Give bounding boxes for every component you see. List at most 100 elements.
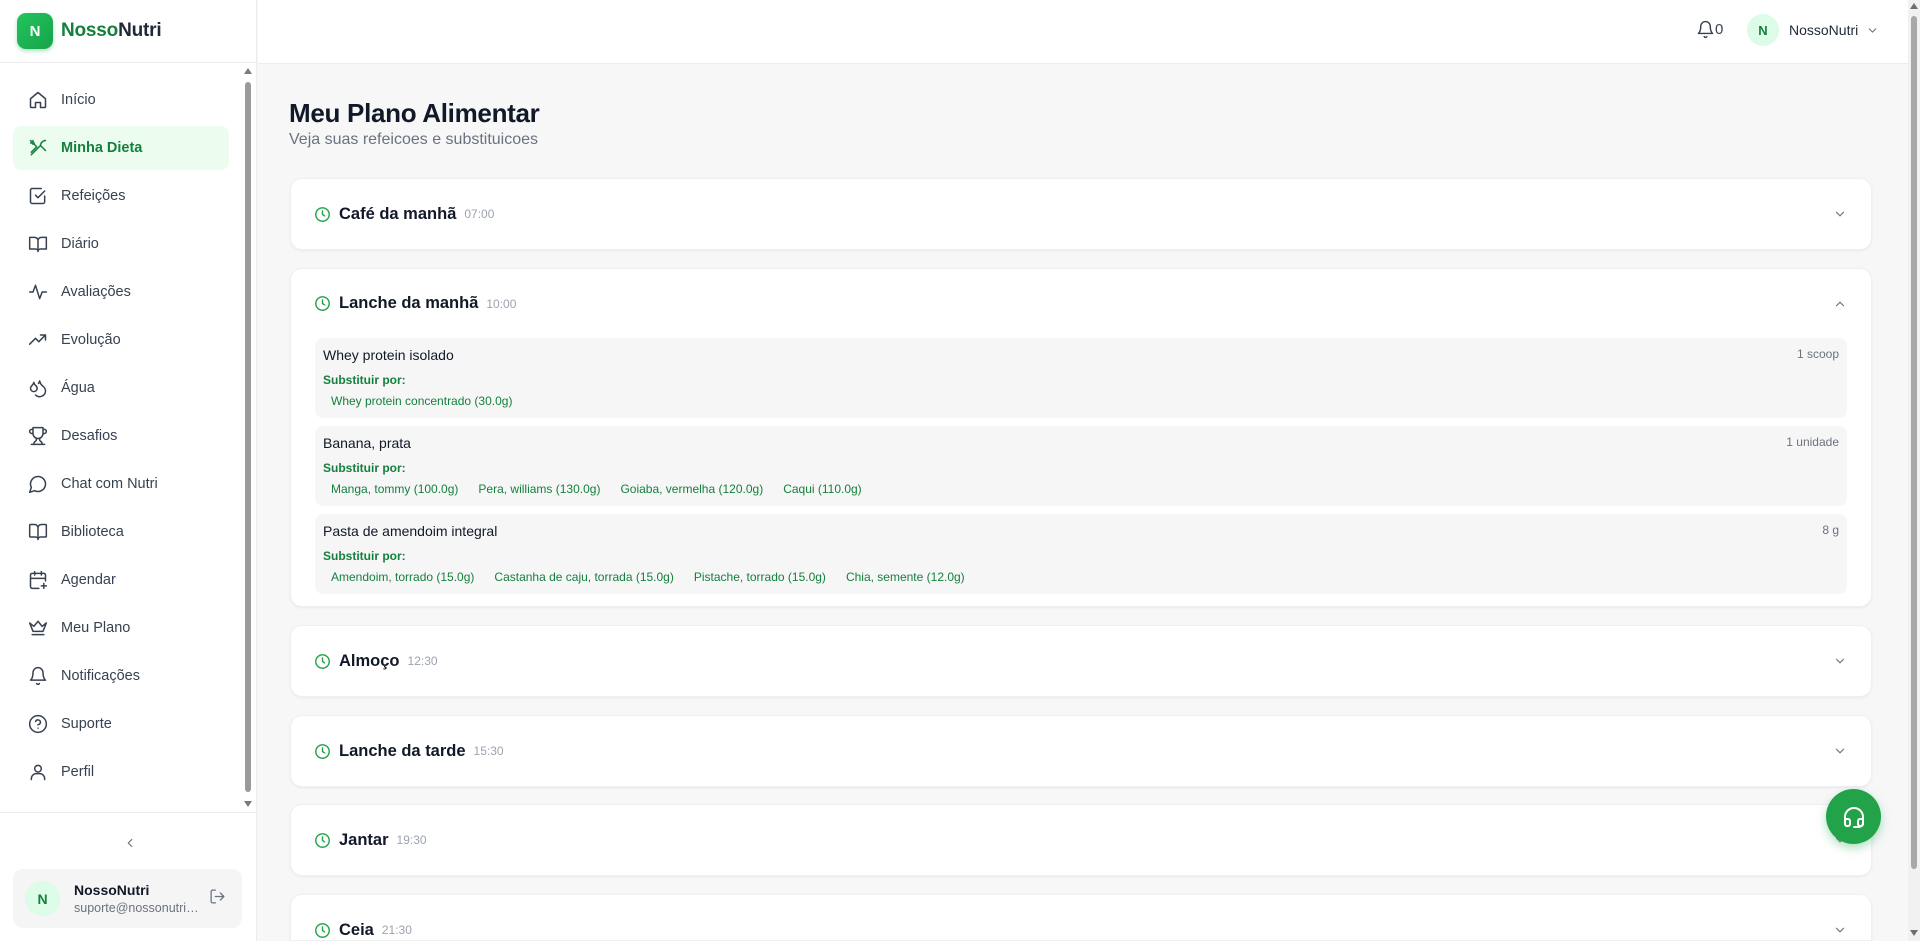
- logout-button[interactable]: [209, 888, 226, 910]
- topbar: 0 N NossoNutri: [258, 0, 1908, 64]
- support-chat-button[interactable]: [1826, 789, 1881, 844]
- clock-icon: [315, 206, 330, 222]
- clock-icon: [315, 922, 330, 938]
- sidebar: N NossoNutri Início Minha Dieta Refeiçõe…: [0, 0, 257, 941]
- meal-header[interactable]: Lanche da manhã 10:00: [291, 269, 1871, 338]
- clock-icon: [315, 653, 330, 669]
- user-menu[interactable]: N NossoNutri: [1747, 14, 1879, 46]
- brand-name: NossoNutri: [61, 20, 162, 41]
- food-name: Banana, prata: [323, 435, 411, 451]
- substitute-chip[interactable]: Chia, semente (12.0g): [838, 568, 973, 586]
- page-scroll-thumb[interactable]: [1911, 16, 1917, 869]
- collapse-sidebar-button[interactable]: [118, 831, 142, 855]
- page-title: Meu Plano Alimentar: [289, 98, 540, 128]
- activity-icon: [28, 284, 48, 300]
- meal-card: Jantar 19:30: [290, 804, 1872, 876]
- meal-card: Lanche da tarde 15:30: [290, 715, 1872, 787]
- sidebar-item-label: Água: [61, 380, 95, 396]
- sidebar-item-diario[interactable]: Diário: [13, 222, 229, 266]
- brand[interactable]: N NossoNutri: [0, 0, 256, 63]
- food-item: Whey protein isolado 1 scoop Substituir …: [315, 338, 1847, 418]
- sidebar-item-perfil[interactable]: Perfil: [13, 750, 229, 794]
- chevron-down-icon: [1868, 27, 1877, 33]
- food-item: Pasta de amendoim integral 8 g Substitui…: [315, 514, 1847, 594]
- substitute-list: Manga, tommy (100.0g) Pera, williams (13…: [323, 480, 870, 498]
- substitute-chip[interactable]: Goiaba, vermelha (120.0g): [612, 480, 771, 498]
- sidebar-item-label: Avaliações: [61, 284, 131, 300]
- substitute-label: Substituir por:: [323, 373, 406, 387]
- scroll-down-arrow-icon[interactable]: [1910, 930, 1918, 936]
- sidebar-item-biblioteca[interactable]: Biblioteca: [13, 510, 229, 554]
- headset-icon: [1843, 806, 1864, 828]
- sidebar-item-minha-dieta[interactable]: Minha Dieta: [13, 126, 229, 170]
- meal-header[interactable]: Lanche da tarde 15:30: [291, 716, 1871, 786]
- meal-header[interactable]: Café da manhã 07:00: [291, 179, 1871, 249]
- trending-up-icon: [28, 334, 47, 345]
- substitute-list: Whey protein concentrado (30.0g): [323, 392, 520, 410]
- sidebar-user-card: N NossoNutri suporte@nossonutri.com: [13, 869, 242, 928]
- sidebar-item-label: Início: [61, 92, 96, 108]
- brand-logo: N: [17, 13, 53, 49]
- sidebar-item-avaliacoes[interactable]: Avaliações: [13, 270, 229, 314]
- substitute-chip[interactable]: Pera, williams (130.0g): [470, 480, 608, 498]
- avatar: N: [1747, 14, 1779, 46]
- meal-card-expanded: Lanche da manhã 10:00 Whey protein isola…: [290, 268, 1872, 607]
- meal-name: Ceia: [339, 920, 374, 939]
- sidebar-item-chat[interactable]: Chat com Nutri: [13, 462, 229, 506]
- substitute-chip[interactable]: Pistache, torrado (15.0g): [686, 568, 834, 586]
- bell-icon: [29, 666, 47, 686]
- substitute-chip[interactable]: Castanha de caju, torrada (15.0g): [486, 568, 681, 586]
- substitute-chip[interactable]: Amendoim, torrado (15.0g): [323, 568, 482, 586]
- meal-header[interactable]: Ceia 21:30: [291, 895, 1871, 940]
- clock-icon: [315, 743, 330, 759]
- sidebar-item-label: Meu Plano: [61, 620, 131, 636]
- meal-header[interactable]: Almoço 12:30: [291, 626, 1871, 696]
- meal-name: Lanche da manhã: [339, 294, 479, 312]
- meal-time: 07:00: [464, 207, 495, 221]
- meal-time: 15:30: [473, 744, 504, 758]
- meal-time: 19:30: [396, 833, 427, 847]
- meal-name: Almoço: [339, 651, 400, 670]
- page-scrollbar[interactable]: [1908, 0, 1920, 941]
- food-qty: 1 scoop: [1796, 347, 1839, 361]
- notifications-button[interactable]: 0: [1696, 20, 1723, 39]
- sidebar-item-meu-plano[interactable]: Meu Plano: [13, 606, 229, 650]
- scroll-up-arrow-icon[interactable]: [1910, 3, 1918, 9]
- sidebar-scroll-thumb[interactable]: [245, 82, 251, 792]
- meal-card: Almoço 12:30: [290, 625, 1872, 697]
- sidebar-item-evolucao[interactable]: Evolução: [13, 318, 229, 362]
- chevron-left-icon: [127, 838, 133, 848]
- substitute-chip[interactable]: Whey protein concentrado (30.0g): [323, 392, 520, 410]
- substitute-chip[interactable]: Manga, tommy (100.0g): [323, 480, 466, 498]
- page-subtitle: Veja suas refeicoes e substituicoes: [289, 131, 539, 148]
- sidebar-item-label: Minha Dieta: [61, 140, 143, 156]
- sidebar-item-label: Perfil: [61, 764, 95, 780]
- food-name: Whey protein isolado: [323, 347, 454, 363]
- sidebar-item-notificacoes[interactable]: Notificações: [13, 654, 229, 698]
- book-open-icon: [28, 236, 48, 253]
- sidebar-item-inicio[interactable]: Início: [13, 78, 229, 122]
- scroll-down-arrow-icon[interactable]: [244, 801, 252, 807]
- checkbox-icon: [29, 187, 46, 205]
- chevron-down-icon: [1835, 658, 1845, 664]
- sidebar-item-label: Suporte: [61, 716, 112, 732]
- sidebar-item-label: Diário: [61, 236, 99, 252]
- sidebar-item-refeicoes[interactable]: Refeições: [13, 174, 229, 218]
- meal-card: Ceia 21:30: [290, 894, 1872, 941]
- sidebar-item-desafios[interactable]: Desafios: [13, 414, 229, 458]
- droplets-icon: [29, 380, 47, 398]
- calendar-plus-icon: [29, 570, 48, 590]
- logout-icon: [210, 888, 225, 904]
- substitute-chip[interactable]: Caqui (110.0g): [775, 480, 870, 498]
- sidebar-scrollbar[interactable]: [243, 68, 252, 807]
- chevron-down-icon: [1835, 211, 1845, 217]
- meal-name: Lanche da tarde: [339, 741, 466, 760]
- meal-header[interactable]: Jantar 19:30: [291, 805, 1871, 875]
- substitute-label: Substituir por:: [323, 549, 406, 563]
- sidebar-item-agendar[interactable]: Agendar: [13, 558, 229, 602]
- sidebar-item-suporte[interactable]: Suporte: [13, 702, 229, 746]
- sidebar-divider: [0, 812, 257, 813]
- sidebar-item-label: Chat com Nutri: [61, 476, 158, 492]
- sidebar-item-agua[interactable]: Água: [13, 366, 229, 410]
- scroll-up-arrow-icon[interactable]: [244, 68, 252, 74]
